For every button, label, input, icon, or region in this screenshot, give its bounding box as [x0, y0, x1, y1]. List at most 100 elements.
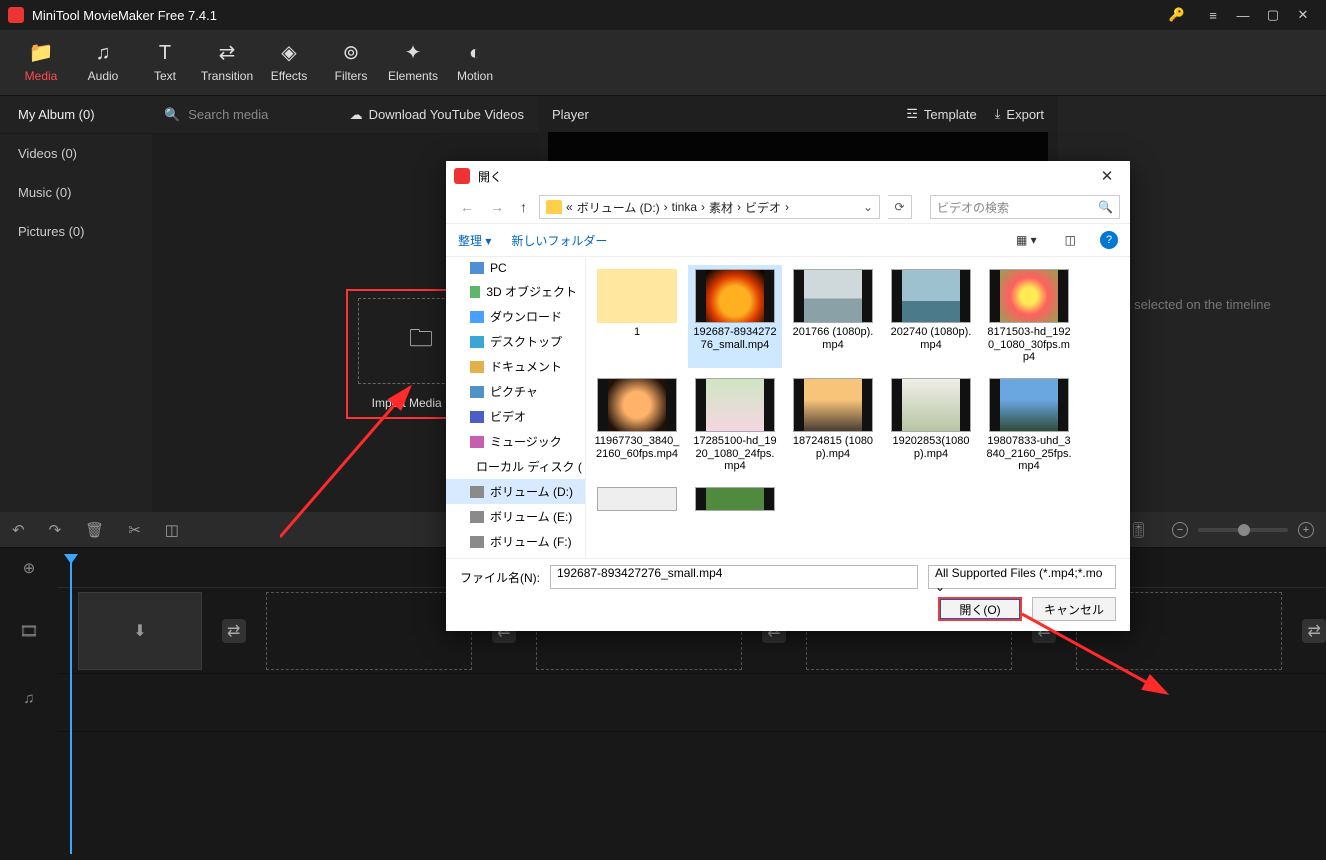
transition-slot[interactable]: ⇄ [222, 619, 246, 643]
file-item[interactable] [590, 483, 684, 518]
export-button[interactable]: ⤓Export [995, 106, 1044, 122]
player-title: Player [552, 107, 589, 122]
file-item[interactable]: 1 [590, 265, 684, 368]
nav-forward-button[interactable]: → [486, 199, 508, 215]
file-item[interactable]: 17285100-hd_1920_1080_24fps.mp4 [688, 374, 782, 477]
audio-settings-icon[interactable]: 🎚 [1129, 521, 1148, 539]
file-list[interactable]: 1192687-893427276_small.mp4201766 (1080p… [586, 257, 1130, 558]
filename-input[interactable]: 192687-893427276_small.mp4 [550, 565, 918, 589]
folder-tree[interactable]: PC 3D オブジェクトダウンロードデスクトップドキュメントピクチャビデオミュージ… [446, 257, 586, 558]
filters-icon: ⊚ [343, 43, 360, 63]
tree-label: ドキュメント [490, 358, 562, 375]
tab-elements[interactable]: ✦Elements [382, 43, 444, 83]
delete-button[interactable]: 🗑 [85, 521, 104, 539]
chevron-down-icon[interactable]: ⌄ [863, 200, 873, 214]
view-mode-button[interactable]: ▦ ▾ [1012, 233, 1041, 247]
tab-transition[interactable]: ⇄Transition [196, 43, 258, 83]
sidebar-item-music[interactable]: Music (0) [0, 173, 152, 212]
file-item[interactable]: 11967730_3840_2160_60fps.mp4 [590, 374, 684, 477]
file-name: 19202853(1080p).mp4 [888, 435, 974, 460]
dialog-search-input[interactable]: ビデオの検索 🔍 [930, 195, 1120, 219]
file-item[interactable] [688, 483, 782, 518]
sidebar-item-pictures[interactable]: Pictures (0) [0, 212, 152, 251]
file-item[interactable]: 202740 (1080p).mp4 [884, 265, 978, 368]
transition-slot[interactable]: ⇄ [1302, 619, 1326, 643]
tree-node[interactable]: ボリューム (E:) [446, 504, 585, 529]
zoom-out-button[interactable]: − [1172, 522, 1188, 538]
redo-button[interactable]: ↷ [49, 521, 62, 539]
dialog-close-button[interactable]: ✕ [1092, 167, 1122, 185]
nav-up-button[interactable]: ↑ [516, 199, 531, 215]
tab-audio[interactable]: ♫Audio [72, 43, 134, 83]
tree-node[interactable]: 3D オブジェクト [446, 279, 585, 304]
tree-node[interactable]: ピクチャ [446, 379, 585, 404]
file-item[interactable]: 18724815 (1080p).mp4 [786, 374, 880, 477]
elements-icon: ✦ [405, 43, 422, 63]
file-item[interactable]: 201766 (1080p).mp4 [786, 265, 880, 368]
nav-back-button[interactable]: ← [456, 199, 478, 215]
tree-node[interactable]: ドキュメント [446, 354, 585, 379]
tree-node[interactable]: ローカル ディスク ( [446, 454, 585, 479]
tree-node[interactable]: PC [446, 257, 585, 279]
tree-icon [470, 411, 484, 423]
maximize-button[interactable]: ▢ [1258, 0, 1288, 30]
path-segment[interactable]: ビデオ [745, 199, 781, 216]
help-button[interactable]: ? [1100, 231, 1118, 249]
tab-filters[interactable]: ⊚Filters [320, 43, 382, 83]
file-item[interactable]: 192687-893427276_small.mp4 [688, 265, 782, 368]
crop-button[interactable]: ◫ [165, 521, 179, 539]
search-icon: 🔍 [1098, 200, 1113, 214]
open-button[interactable]: 開く(O) [938, 597, 1022, 621]
clip-slot[interactable]: ⬇ [78, 592, 202, 670]
new-folder-button[interactable]: 新しいフォルダー [511, 232, 607, 249]
tree-node[interactable]: ボリューム (D:) [446, 479, 585, 504]
premium-key-icon[interactable]: 🔑 [1162, 0, 1192, 30]
zoom-knob[interactable] [1238, 524, 1250, 536]
file-open-dialog: 開く ✕ ← → ↑ « ボリューム (D:)› tinka› 素材› ビデオ›… [446, 161, 1130, 631]
tree-icon [470, 486, 484, 498]
tree-node[interactable]: ビデオ [446, 404, 585, 429]
minimize-button[interactable]: — [1228, 0, 1258, 30]
menu-icon[interactable]: ≡ [1198, 0, 1228, 30]
tab-text[interactable]: TText [134, 43, 196, 83]
album-tab[interactable]: My Album (0) [0, 107, 152, 122]
tree-label: PC [490, 261, 507, 275]
path-segment[interactable]: ボリューム (D:) [577, 199, 660, 216]
file-item[interactable]: 19807833-uhd_3840_2160_25fps.mp4 [982, 374, 1076, 477]
file-item[interactable]: 8171503-hd_1920_1080_30fps.mp4 [982, 265, 1076, 368]
tab-motion[interactable]: ◐Motion [444, 43, 506, 83]
title-bar: MiniTool MovieMaker Free 7.4.1 🔑 ≡ — ▢ ✕ [0, 0, 1326, 30]
zoom-slider[interactable] [1198, 528, 1288, 532]
filetype-select[interactable]: All Supported Files (*.mp4;*.mo ⌄ [928, 565, 1116, 589]
organize-button[interactable]: 整理 ▾ [458, 232, 491, 249]
refresh-button[interactable]: ⟳ [888, 195, 912, 219]
address-bar[interactable]: « ボリューム (D:)› tinka› 素材› ビデオ› ⌄ [539, 195, 880, 219]
undo-button[interactable]: ↶ [12, 521, 25, 539]
button-label: Export [1006, 107, 1044, 122]
tree-node[interactable]: ミュージック [446, 429, 585, 454]
search-input[interactable]: 🔍Search media [152, 107, 336, 123]
tab-media[interactable]: 📁Media [10, 43, 72, 83]
template-button[interactable]: ☲Template [906, 106, 976, 122]
close-button[interactable]: ✕ [1288, 0, 1318, 30]
tab-effects[interactable]: ◈Effects [258, 43, 320, 83]
tree-node[interactable]: デスクトップ [446, 329, 585, 354]
tree-node[interactable]: ダウンロード [446, 304, 585, 329]
dialog-titlebar: 開く ✕ [446, 161, 1130, 191]
clip-slot[interactable] [266, 592, 473, 670]
download-youtube-button[interactable]: ☁Download YouTube Videos [336, 107, 538, 123]
split-button[interactable]: ✂ [128, 521, 141, 539]
file-name: 18724815 (1080p).mp4 [790, 435, 876, 460]
file-name: 8171503-hd_1920_1080_30fps.mp4 [986, 326, 1072, 364]
preview-pane-button[interactable]: ◫ [1061, 233, 1080, 247]
file-name: 11967730_3840_2160_60fps.mp4 [594, 435, 680, 460]
path-segment[interactable]: tinka [672, 200, 697, 214]
file-item[interactable]: 19202853(1080p).mp4 [884, 374, 978, 477]
playhead[interactable] [70, 554, 72, 854]
path-segment[interactable]: 素材 [709, 199, 733, 216]
zoom-in-button[interactable]: + [1298, 522, 1314, 538]
tree-label: ボリューム (E:) [490, 508, 572, 525]
add-track-button[interactable]: ⊕ [0, 548, 58, 588]
tree-node[interactable]: ボリューム (F:) [446, 529, 585, 554]
sidebar-item-videos[interactable]: Videos (0) [0, 134, 152, 173]
